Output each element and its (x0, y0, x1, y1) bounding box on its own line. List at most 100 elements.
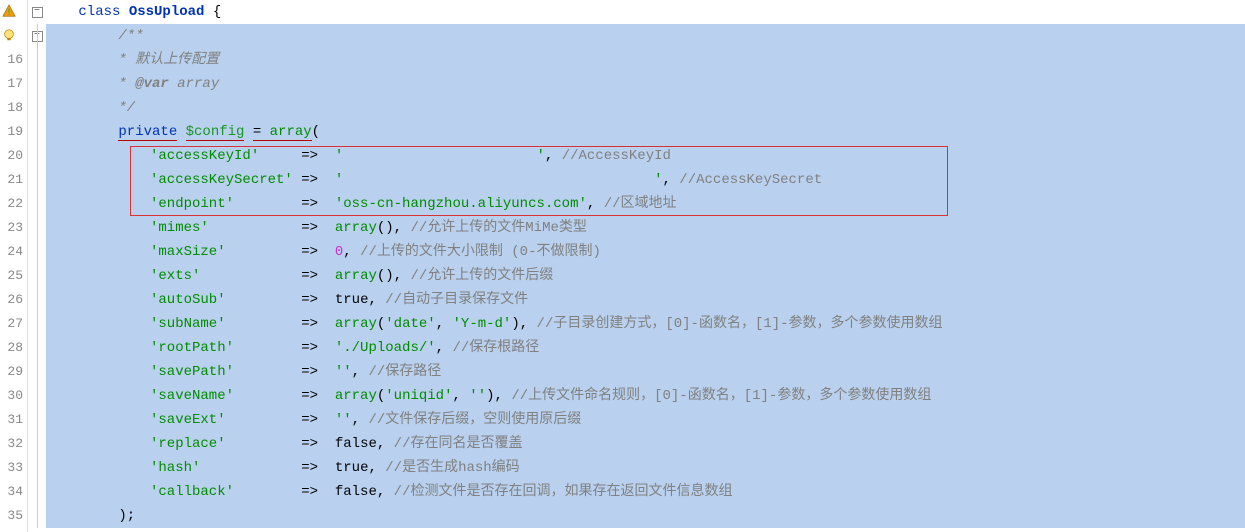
bulb-icon (2, 28, 16, 42)
keyword: private (118, 124, 177, 141)
comment: //子目录创建方式，[0]-函数名，[1]-参数，多个参数使用数组 (528, 316, 942, 332)
array-key: 'autoSub' (150, 292, 226, 308)
comment: //允许上传的文件MiMe类型 (402, 220, 587, 236)
string-literal: '' (335, 412, 352, 428)
comment: //存在同名是否覆盖 (385, 436, 522, 452)
string-literal: 'oss-cn-hangzhou.aliyuncs.com' (335, 196, 587, 212)
gutter-line: 27 (0, 312, 23, 336)
array-key: 'saveExt' (150, 412, 226, 428)
gutter-line: 33 (0, 456, 23, 480)
comment: //上传的文件大小限制 (0-不做限制) (352, 244, 601, 260)
array-key: 'savePath' (150, 364, 234, 380)
gutter-line: 16 (0, 48, 23, 72)
function-call: array (335, 220, 377, 236)
code-line[interactable]: 'callback' => false, //检测文件是否存在回调，如果存在返回… (46, 480, 1245, 504)
bool-literal: true (335, 292, 369, 308)
comment: //区域地址 (595, 196, 676, 212)
gutter-line: 28 (0, 336, 23, 360)
function-call: array (335, 268, 377, 284)
gutter-line: 34 (0, 480, 23, 504)
code-line[interactable]: 'rootPath' => './Uploads/', //保存根路径 (46, 336, 1245, 360)
array-key: 'saveName' (150, 388, 234, 404)
gutter-line: 31 (0, 408, 23, 432)
variable: $config (186, 124, 245, 141)
warning-icon (2, 4, 16, 18)
string-literal: '' (335, 364, 352, 380)
code-line[interactable]: */ (46, 96, 1245, 120)
code-line[interactable]: 'savePath' => '', //保存路径 (46, 360, 1245, 384)
fold-column: − − (28, 0, 46, 532)
gutter-line: 22 (0, 192, 23, 216)
code-line[interactable]: 'saveName' => array('uniqid', ''), //上传文… (46, 384, 1245, 408)
code-line[interactable]: 'subName' => array('date', 'Y-m-d'), //子… (46, 312, 1245, 336)
code-line[interactable]: 'accessKeyId' => ' ', //AccessKeyId (46, 144, 1245, 168)
code-line[interactable]: /** (46, 24, 1245, 48)
comment: //检测文件是否存在回调，如果存在返回文件信息数组 (385, 484, 732, 500)
code-line[interactable]: 'replace' => false, //存在同名是否覆盖 (46, 432, 1245, 456)
code-line[interactable]: 'hash' => true, //是否生成hash编码 (46, 456, 1245, 480)
comment: //上传文件命名规则，[0]-函数名，[1]-参数，多个参数使用数组 (503, 388, 931, 404)
gutter-line (0, 24, 23, 48)
comment: //自动子目录保存文件 (377, 292, 528, 308)
gutter-line: 26 (0, 288, 23, 312)
gutter-line: 30 (0, 384, 23, 408)
array-key: 'accessKeyId' (150, 148, 259, 164)
function-call: array (335, 388, 377, 404)
comment: //是否生成hash编码 (377, 460, 520, 476)
gutter: 16 17 18 19 20 21 22 23 24 25 26 27 28 2… (0, 0, 28, 532)
gutter-line: 25 (0, 264, 23, 288)
gutter-line: 32 (0, 432, 23, 456)
array-key: 'accessKeySecret' (150, 172, 293, 188)
gutter-line: 23 (0, 216, 23, 240)
code-line[interactable]: 'maxSize' => 0, //上传的文件大小限制 (0-不做限制) (46, 240, 1245, 264)
gutter-line: 17 (0, 72, 23, 96)
keyword: class (78, 4, 120, 20)
gutter-line: 21 (0, 168, 23, 192)
code-line[interactable]: 'autoSub' => true, //自动子目录保存文件 (46, 288, 1245, 312)
gutter-line: 29 (0, 360, 23, 384)
code-line[interactable]: 'saveExt' => '', //文件保存后缀，空则使用原后缀 (46, 408, 1245, 432)
code-line[interactable]: 'endpoint' => 'oss-cn-hangzhou.aliyuncs.… (46, 192, 1245, 216)
array-key: 'maxSize' (150, 244, 226, 260)
comment: //允许上传的文件后缀 (402, 268, 553, 284)
string-literal: './Uploads/' (335, 340, 436, 356)
code-line[interactable]: * 默认上传配置 (46, 48, 1245, 72)
array-key: 'hash' (150, 460, 200, 476)
doc-comment: /** (118, 28, 143, 44)
string-literal: ' ' (335, 148, 545, 164)
comment: //保存根路径 (444, 340, 539, 356)
code-line[interactable]: 'accessKeySecret' => ' ', //AccessKeySec… (46, 168, 1245, 192)
bool-literal: true (335, 460, 369, 476)
code-line[interactable]: * @var array (46, 72, 1245, 96)
array-key: 'callback' (150, 484, 234, 500)
code-line[interactable]: class OssUpload { (46, 0, 1245, 24)
code-line[interactable]: 'mimes' => array(), //允许上传的文件MiMe类型 (46, 216, 1245, 240)
code-line[interactable]: 'exts' => array(), //允许上传的文件后缀 (46, 264, 1245, 288)
number-literal: 0 (335, 244, 343, 260)
array-key: 'endpoint' (150, 196, 234, 212)
function-call: array (335, 316, 377, 332)
array-key: 'replace' (150, 436, 226, 452)
gutter-line: 18 (0, 96, 23, 120)
class-name: OssUpload (129, 4, 205, 20)
array-key: 'exts' (150, 268, 200, 284)
comment: //文件保存后缀，空则使用原后缀 (360, 412, 581, 428)
bool-literal: false (335, 484, 377, 500)
code-line[interactable]: ); (46, 504, 1245, 528)
gutter-line: 24 (0, 240, 23, 264)
array-key: 'mimes' (150, 220, 209, 236)
gutter-line: 19 (0, 120, 23, 144)
string-literal: ' ' (335, 172, 663, 188)
array-key: 'subName' (150, 316, 226, 332)
array-key: 'rootPath' (150, 340, 234, 356)
code-line[interactable]: private $config = array( (46, 120, 1245, 144)
code-area[interactable]: class OssUpload { /** * 默认上传配置 * @var ar… (46, 0, 1245, 532)
comment: //保存路径 (360, 364, 441, 380)
gutter-line: 20 (0, 144, 23, 168)
code-editor: 16 17 18 19 20 21 22 23 24 25 26 27 28 2… (0, 0, 1245, 532)
fold-toggle[interactable]: − (32, 7, 43, 18)
comment: //AccessKeyId (553, 148, 671, 164)
gutter-line: 35 (0, 504, 23, 528)
comment: //AccessKeySecret (671, 172, 822, 188)
bool-literal: false (335, 436, 377, 452)
